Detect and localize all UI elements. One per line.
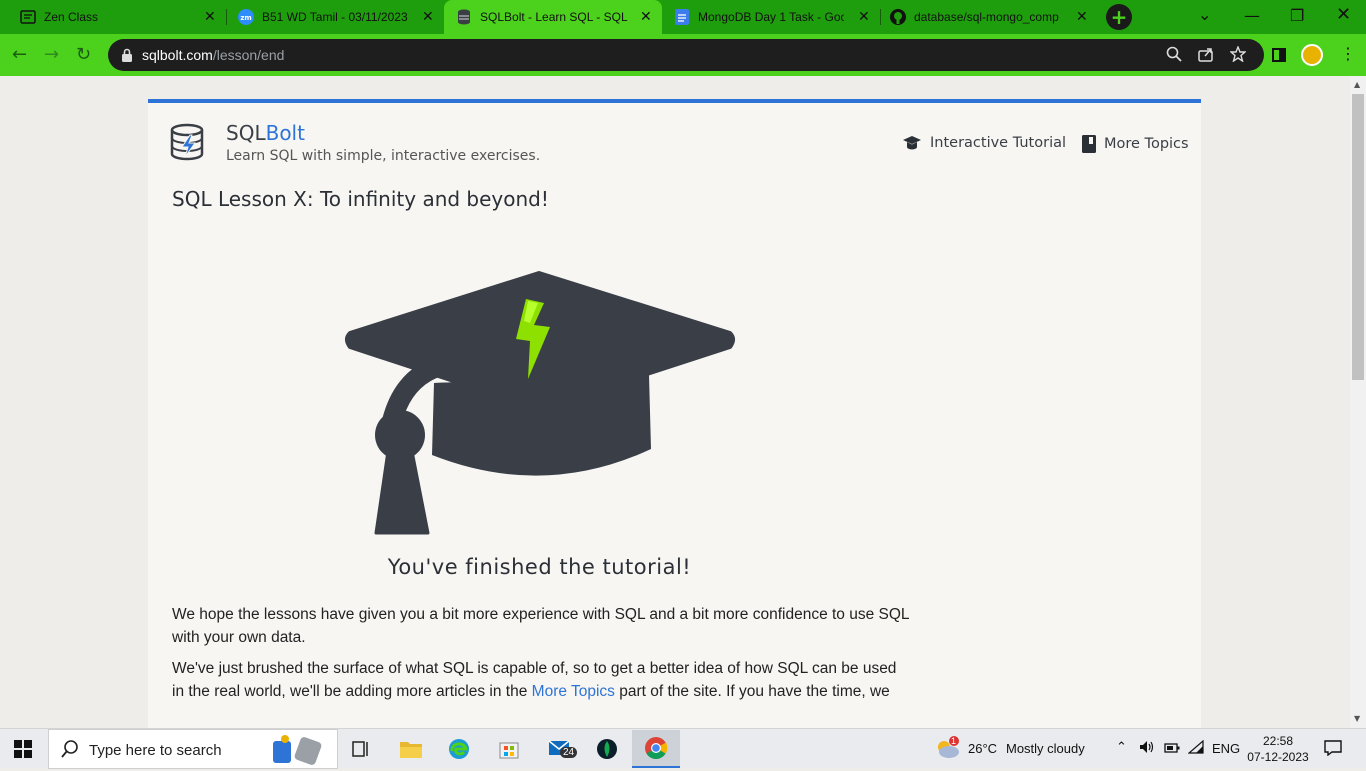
graduation-cap-icon [903, 136, 921, 150]
close-tab-icon[interactable]: ✕ [204, 9, 216, 25]
windows-start-icon[interactable] [14, 740, 32, 762]
chevron-up-icon[interactable]: ⌃ [1116, 739, 1127, 755]
brand-name[interactable]: SQLBolt [226, 121, 305, 145]
sidebar-toggle-icon[interactable] [1272, 47, 1286, 66]
notification-icon[interactable] [1324, 740, 1342, 759]
mail-badge: 24 [560, 747, 578, 758]
sqlbolt-logo-icon[interactable] [170, 123, 208, 167]
weather-cloud-icon[interactable]: 1 [934, 735, 962, 764]
new-tab-button[interactable]: + [1106, 4, 1132, 30]
mail-icon[interactable]: 24 [544, 735, 580, 763]
close-tab-icon[interactable]: ✕ [422, 9, 434, 25]
edge-browser-icon[interactable] [444, 735, 474, 763]
lesson-title: SQL Lesson X: To infinity and beyond! [172, 187, 549, 211]
url-text: sqlbolt.com/lesson/end [142, 47, 284, 63]
zoom-icon: zm [238, 9, 254, 25]
profile-avatar[interactable] [1301, 44, 1323, 66]
forward-arrow-icon[interactable]: → [44, 44, 59, 65]
tab-google-docs[interactable]: MongoDB Day 1 Task - Goo ✕ [662, 0, 880, 34]
windows-taskbar: Type here to search 24 1 26°C Mostly clo… [0, 728, 1366, 769]
sqlbolt-icon [456, 9, 472, 25]
language-indicator[interactable]: ENG [1212, 741, 1240, 756]
search-highlight-icon[interactable] [271, 733, 331, 771]
graduation-cap-illustration-icon [344, 271, 736, 545]
task-view-icon[interactable] [346, 735, 376, 763]
tab-zen-class[interactable]: Zen Class ✕ [0, 0, 226, 34]
tab-title: database/sql-mongo_comp [914, 10, 1059, 24]
mongodb-compass-icon[interactable] [592, 735, 622, 763]
tab-title: SQLBolt - Learn SQL - SQL L [480, 10, 628, 24]
site-tagline: Learn SQL with simple, interactive exerc… [226, 148, 541, 164]
brand-prefix: SQL [226, 121, 266, 145]
search-placeholder: Type here to search [89, 742, 222, 759]
share-icon[interactable] [1198, 46, 1216, 64]
tab-zoom-meeting[interactable]: zm B51 WD Tamil - 03/11/2023 ✕ [226, 0, 444, 34]
finished-message: You've finished the tutorial! [387, 555, 692, 579]
more-menu-icon[interactable]: ⋮ [1340, 44, 1356, 63]
microsoft-store-icon[interactable] [494, 735, 524, 763]
close-window-icon[interactable]: ✕ [1336, 4, 1351, 25]
clock-time: 22:58 [1262, 734, 1294, 748]
scroll-up-icon[interactable]: ▲ [1354, 80, 1360, 89]
file-explorer-icon[interactable] [396, 735, 426, 763]
search-icon [61, 740, 79, 762]
bookmark-star-icon[interactable] [1229, 45, 1248, 64]
clock-date: 07-12-2023 [1247, 750, 1309, 764]
more-topics-link[interactable]: More Topics [532, 683, 615, 700]
paragraph-text: part of the site. If you have the time, … [614, 683, 890, 700]
chevron-down-icon[interactable]: ⌄ [1198, 5, 1211, 24]
close-tab-icon[interactable]: ✕ [640, 9, 652, 25]
nav-label: More Topics [1104, 136, 1189, 152]
system-clock[interactable]: 22:58 07-12-2023 [1244, 733, 1312, 765]
nav-interactive-tutorial[interactable]: Interactive Tutorial [902, 135, 1066, 151]
zoom-search-icon[interactable] [1166, 46, 1184, 64]
wifi-icon[interactable] [1187, 739, 1204, 757]
nav-label: Interactive Tutorial [930, 135, 1067, 151]
browser-toolbar: ← → ↻ sqlbolt.com/lesson/end ⋮ [0, 34, 1366, 76]
page-scrollbar[interactable]: ▲ ▼ [1350, 76, 1366, 728]
weather-description: Mostly cloudy [1006, 741, 1085, 756]
weather-badge: 1 [951, 736, 957, 746]
weather-temperature: 26°C [968, 741, 998, 756]
zen-class-icon [20, 9, 36, 25]
reload-icon[interactable]: ↻ [76, 44, 91, 65]
restore-icon[interactable]: ❐ [1290, 6, 1304, 25]
nav-more-topics[interactable]: More Topics [1082, 135, 1189, 153]
close-tab-icon[interactable]: ✕ [858, 9, 870, 25]
svg-text:zm: zm [240, 14, 251, 22]
paragraph-more: We've just brushed the surface of what S… [172, 657, 912, 703]
scroll-down-icon[interactable]: ▼ [1354, 714, 1360, 723]
tab-github[interactable]: database/sql-mongo_comp ✕ [880, 0, 1098, 34]
lock-icon [122, 47, 132, 66]
battery-icon[interactable] [1164, 742, 1180, 757]
tab-title: MongoDB Day 1 Task - Goo [698, 10, 844, 24]
volume-icon[interactable] [1139, 740, 1155, 757]
tab-title: Zen Class [44, 10, 99, 24]
book-icon [1082, 135, 1096, 153]
content-card: SQLBolt Learn SQL with simple, interacti… [148, 99, 1201, 728]
tab-sqlbolt[interactable]: SQLBolt - Learn SQL - SQL L ✕ [444, 0, 662, 34]
scrollbar-thumb[interactable] [1352, 94, 1364, 380]
github-icon [890, 9, 906, 25]
google-docs-icon [674, 9, 690, 25]
paragraph-intro: We hope the lessons have given you a bit… [172, 606, 909, 646]
close-tab-icon[interactable]: ✕ [1076, 9, 1088, 25]
address-bar[interactable]: sqlbolt.com/lesson/end [108, 39, 1264, 71]
back-arrow-icon[interactable]: ← [12, 44, 27, 65]
url-host: sqlbolt.com [142, 47, 213, 63]
taskbar-search-box[interactable]: Type here to search [48, 729, 338, 769]
tab-title: B51 WD Tamil - 03/11/2023 [262, 10, 408, 24]
brand-suffix: Bolt [265, 121, 305, 145]
url-path: /lesson/end [212, 47, 285, 63]
minimize-icon[interactable]: — [1244, 6, 1260, 25]
chrome-icon[interactable] [632, 730, 680, 768]
browser-tab-strip: Zen Class ✕ zm B51 WD Tamil - 03/11/2023… [0, 0, 1366, 34]
page-viewport: SQLBolt Learn SQL with simple, interacti… [0, 76, 1350, 728]
